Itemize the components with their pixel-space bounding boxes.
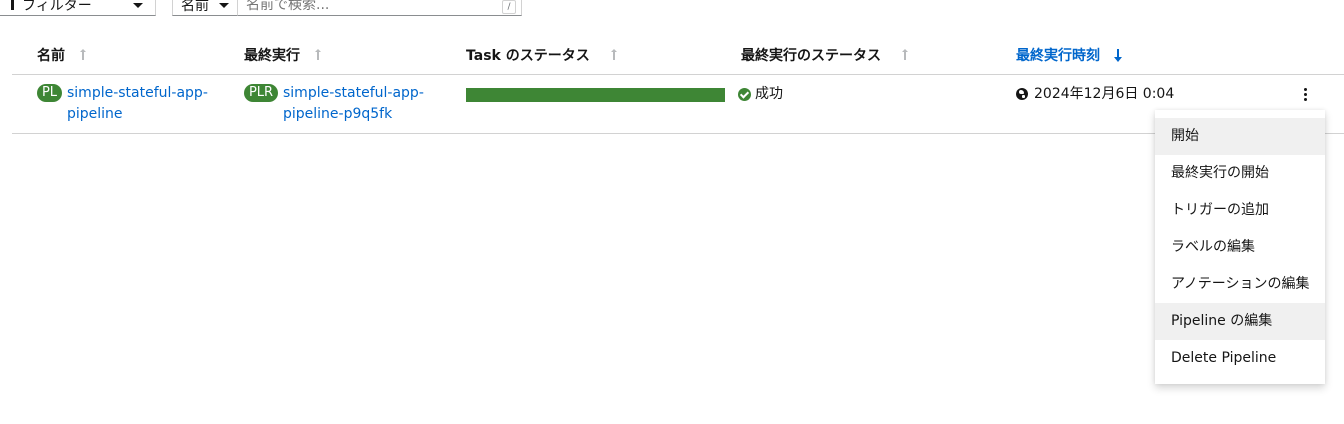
last-run-link[interactable]: simple-stateful-app- pipeline-p9q5fk	[283, 83, 424, 125]
pipelinerun-badge: PLR	[244, 84, 278, 102]
column-header-last-run[interactable]: 最終実行	[244, 46, 322, 64]
search-group: 名前 /	[172, 0, 522, 16]
column-header-last-run-status[interactable]: 最終実行のステータス	[741, 46, 909, 64]
header-divider	[12, 74, 1344, 75]
column-header-task-status[interactable]: Task のステータス	[466, 46, 618, 64]
menu-item-edit-labels[interactable]: ラベルの編集	[1155, 229, 1325, 266]
search-attribute-select[interactable]: 名前	[172, 0, 238, 16]
last-run-line1: simple-stateful-app-	[283, 85, 424, 101]
menu-item-delete-pipeline[interactable]: Delete Pipeline	[1155, 340, 1325, 377]
column-header-label: 最終実行時刻	[1016, 48, 1100, 64]
last-run-time: 2024年12月6日 0:04	[1016, 84, 1174, 104]
menu-item-add-trigger[interactable]: トリガーの追加	[1155, 192, 1325, 229]
column-header-label: 名前	[37, 48, 65, 64]
pipeline-name-line1: simple-stateful-app-	[67, 85, 208, 101]
last-run-time-text: 2024年12月6日 0:04	[1034, 86, 1175, 102]
kebab-icon[interactable]	[1299, 84, 1311, 104]
column-header-label: 最終実行のステータス	[741, 48, 881, 64]
pipeline-name-line2: pipeline	[67, 106, 123, 122]
column-header-last-run-time[interactable]: 最終実行時刻	[1016, 46, 1122, 64]
pipeline-badge: PL	[37, 84, 62, 102]
search-shortcut-hint: /	[502, 0, 516, 14]
last-run-line2: pipeline-p9q5fk	[283, 106, 393, 122]
menu-item-edit-pipeline[interactable]: Pipeline の編集	[1155, 303, 1325, 340]
task-status-bar	[466, 88, 725, 102]
column-header-name[interactable]: 名前	[37, 46, 87, 64]
sort-descending-icon	[1114, 49, 1122, 62]
check-circle-icon	[738, 87, 751, 101]
menu-item-start-last-run[interactable]: 最終実行の開始	[1155, 155, 1325, 192]
search-attribute-label: 名前	[181, 0, 209, 14]
chevron-down-icon	[219, 2, 229, 8]
column-header-label: 最終実行	[244, 48, 300, 64]
globe-icon	[1016, 88, 1028, 100]
filter-icon	[11, 0, 14, 10]
row-divider	[12, 133, 1344, 134]
sort-icon	[610, 49, 618, 61]
last-run-status-text: 成功	[755, 86, 783, 102]
pipeline-name-link[interactable]: simple-stateful-app- pipeline	[67, 83, 208, 125]
row-actions-menu: 開始 最終実行の開始 トリガーの追加 ラベルの編集 アノテーションの編集 Pip…	[1155, 110, 1325, 384]
search-input[interactable]	[238, 0, 522, 16]
sort-icon	[79, 49, 87, 61]
menu-item-start[interactable]: 開始	[1155, 118, 1325, 155]
filter-label: フィルター	[22, 0, 92, 14]
column-header-label: Task のステータス	[466, 48, 590, 64]
filter-dropdown[interactable]: フィルター	[0, 0, 156, 16]
chevron-down-icon	[133, 2, 143, 8]
last-run-status: 成功	[738, 84, 783, 104]
sort-icon	[314, 49, 322, 61]
menu-item-edit-annotations[interactable]: アノテーションの編集	[1155, 266, 1325, 303]
sort-icon	[901, 49, 909, 61]
